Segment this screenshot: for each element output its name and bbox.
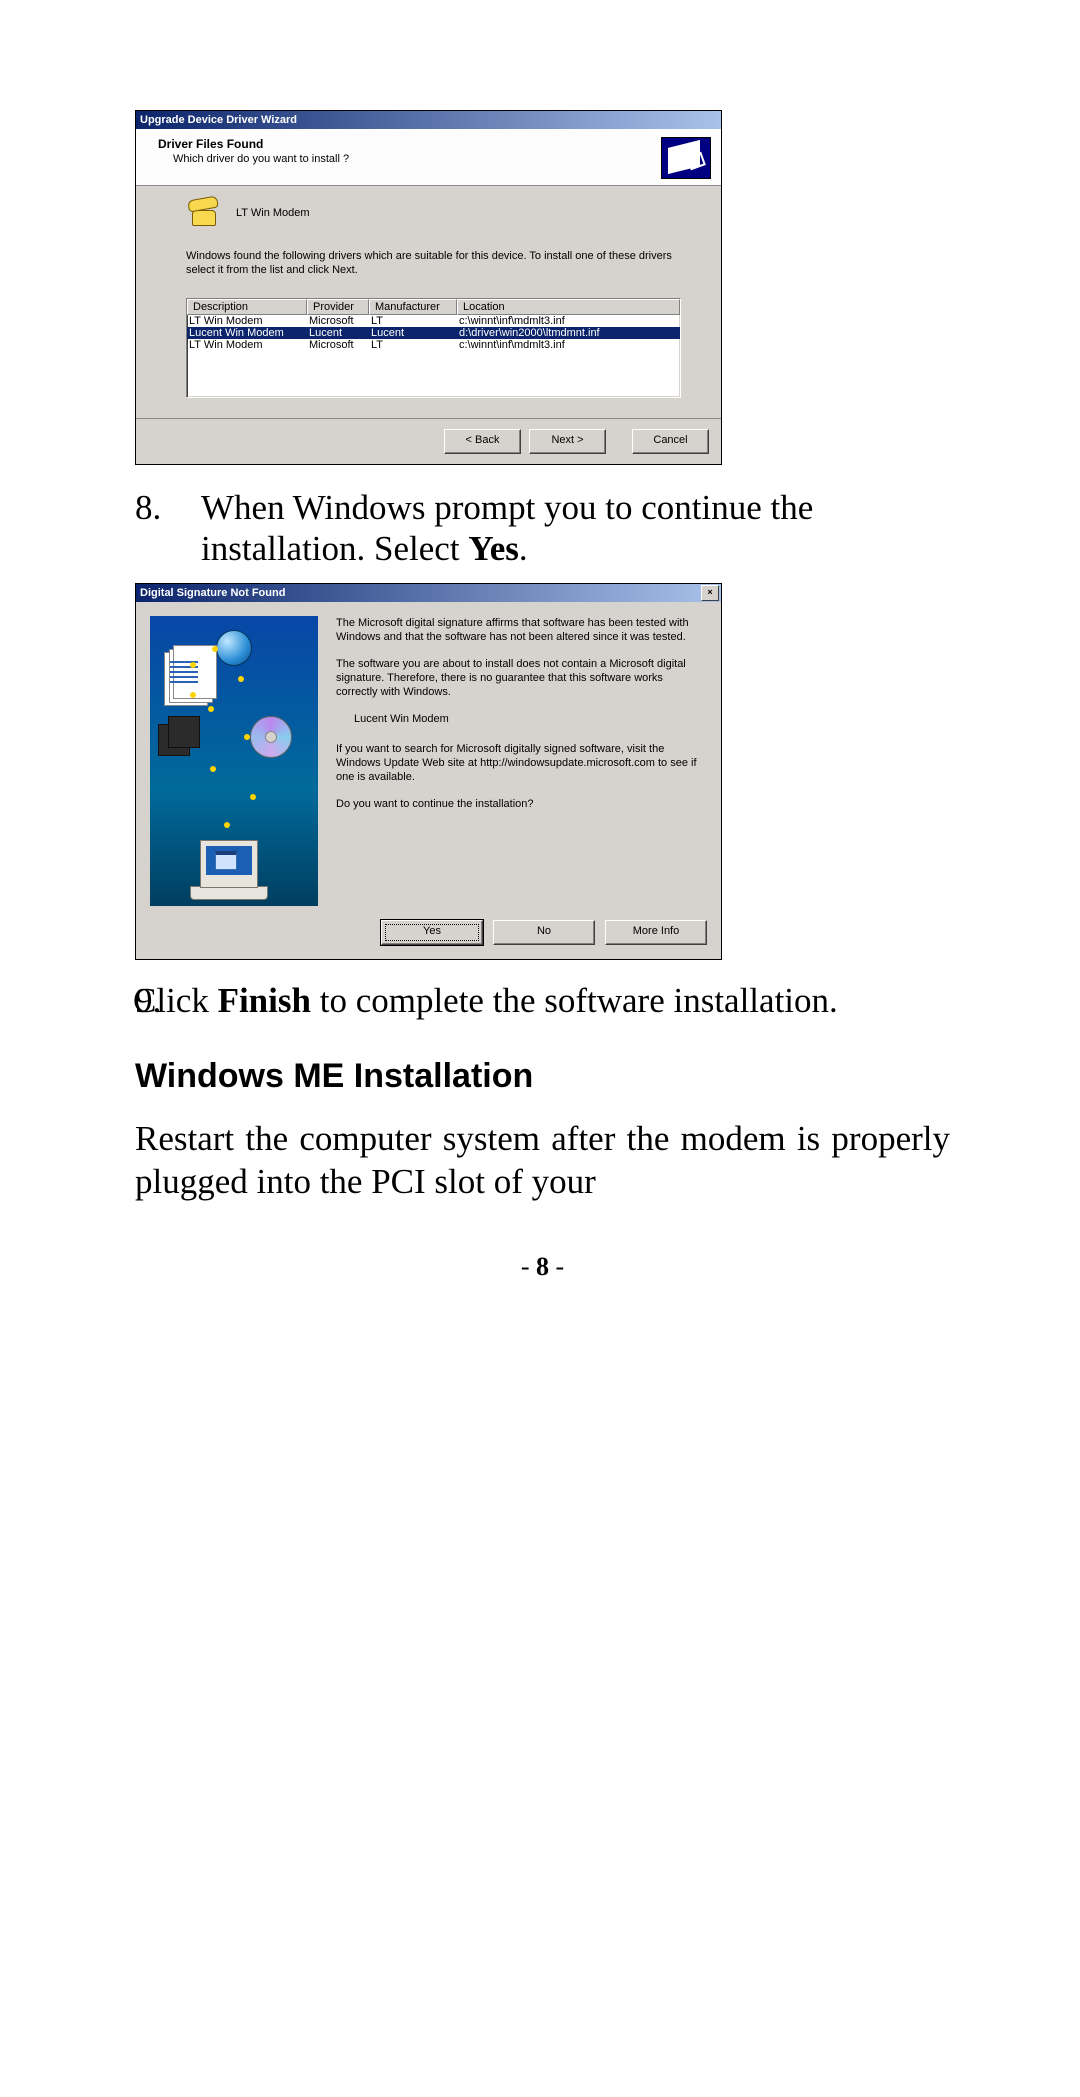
close-icon[interactable]: × bbox=[701, 585, 719, 601]
monitor-icon bbox=[200, 840, 258, 888]
sig-paragraph: The Microsoft digital signature affirms … bbox=[336, 616, 705, 645]
instruction-step-9: 9. Click Finish to complete the software… bbox=[135, 980, 950, 1021]
sig-paragraph: If you want to search for Microsoft digi… bbox=[336, 742, 705, 785]
driver-row[interactable]: LT Win Modem Microsoft LT c:\winnt\inf\m… bbox=[187, 315, 680, 327]
driver-list-header: Description Provider Manufacturer Locati… bbox=[187, 299, 680, 315]
sig-question: Do you want to continue the installation… bbox=[336, 797, 705, 811]
wizard-header-subtitle: Which driver do you want to install ? bbox=[173, 153, 661, 165]
driver-row[interactable]: LT Win Modem Microsoft LT c:\winnt\inf\m… bbox=[187, 339, 680, 351]
wizard-instruction-text: Windows found the following drivers whic… bbox=[186, 250, 681, 278]
wizard-header: Driver Files Found Which driver do you w… bbox=[136, 129, 721, 186]
modem-phone-icon bbox=[186, 198, 222, 228]
wizard-titlebar[interactable]: Upgrade Device Driver Wizard bbox=[136, 111, 721, 129]
no-button[interactable]: No bbox=[493, 920, 595, 945]
next-button[interactable]: Next > bbox=[529, 429, 606, 454]
driver-row-selected[interactable]: Lucent Win Modem Lucent Lucent d:\driver… bbox=[187, 327, 680, 339]
body-paragraph: Restart the computer system after the mo… bbox=[135, 1118, 950, 1203]
page-number: - 8 - bbox=[135, 1252, 950, 1282]
globe-icon bbox=[216, 630, 252, 666]
wizard-header-icon bbox=[661, 137, 711, 179]
wizard-title: Upgrade Device Driver Wizard bbox=[140, 111, 297, 129]
more-info-button[interactable]: More Info bbox=[605, 920, 707, 945]
step-number: 8. bbox=[135, 487, 201, 570]
col-location[interactable]: Location bbox=[457, 299, 680, 315]
sig-paragraph: The software you are about to install do… bbox=[336, 657, 705, 700]
driver-list[interactable]: Description Provider Manufacturer Locati… bbox=[186, 298, 681, 398]
floppy-disk-icon bbox=[158, 716, 204, 760]
back-button[interactable]: < Back bbox=[444, 429, 521, 454]
sig-titlebar[interactable]: Digital Signature Not Found × bbox=[136, 584, 721, 602]
device-name: LT Win Modem bbox=[236, 207, 310, 219]
wizard-header-title: Driver Files Found bbox=[158, 137, 661, 151]
signature-artwork bbox=[150, 616, 318, 906]
digital-signature-dialog: Digital Signature Not Found × The Micros… bbox=[135, 583, 722, 960]
cd-icon bbox=[250, 716, 292, 758]
section-heading: Windows ME Installation bbox=[135, 1057, 950, 1096]
sig-title: Digital Signature Not Found bbox=[140, 584, 285, 602]
sig-device-name: Lucent Win Modem bbox=[354, 712, 705, 726]
col-description[interactable]: Description bbox=[187, 299, 307, 315]
yes-button[interactable]: Yes bbox=[381, 920, 483, 945]
col-manufacturer[interactable]: Manufacturer bbox=[369, 299, 457, 315]
upgrade-driver-wizard-dialog: Upgrade Device Driver Wizard Driver File… bbox=[135, 110, 722, 465]
col-provider[interactable]: Provider bbox=[307, 299, 369, 315]
cancel-button[interactable]: Cancel bbox=[632, 429, 709, 454]
instruction-step-8: 8. When Windows prompt you to continue t… bbox=[135, 487, 950, 570]
